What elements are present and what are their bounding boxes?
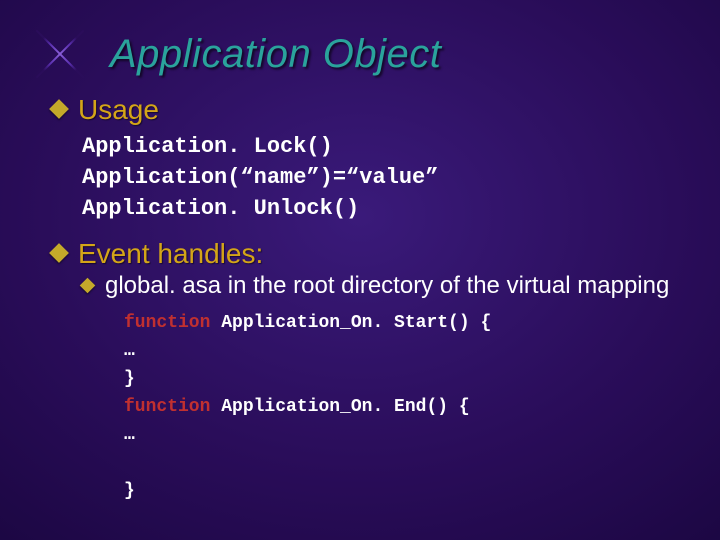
title-row: Application Object	[28, 22, 441, 86]
keyword: function	[124, 397, 210, 417]
diamond-bullet-icon	[49, 99, 69, 119]
bullet-global-label: global. asa in the root directory of the…	[105, 272, 669, 300]
code-text: }	[124, 369, 135, 389]
code-text: …	[124, 425, 135, 445]
bullet-usage: Usage	[52, 94, 680, 126]
starburst-icon	[28, 22, 92, 86]
bullet-event-label: Event handles:	[78, 238, 263, 270]
code-text: }	[124, 481, 135, 501]
diamond-bullet-icon	[80, 278, 96, 294]
bullet-global: global. asa in the root directory of the…	[82, 272, 680, 300]
bullet-event: Event handles:	[52, 238, 680, 270]
code-text: Application_On. Start() {	[210, 313, 491, 333]
slide-content: Usage Application. Lock() Application(“n…	[52, 90, 680, 506]
slide-title: Application Object	[110, 32, 441, 77]
diamond-bullet-icon	[49, 243, 69, 263]
code-text: Application_On. End() {	[210, 397, 469, 417]
code-text: …	[124, 341, 135, 361]
keyword: function	[124, 313, 210, 333]
code-usage: Application. Lock() Application(“name”)=…	[82, 132, 680, 224]
bullet-usage-label: Usage	[78, 94, 159, 126]
code-event: function Application_On. Start() { … } f…	[124, 310, 680, 505]
slide: Application Object Usage Application. Lo…	[0, 0, 720, 540]
